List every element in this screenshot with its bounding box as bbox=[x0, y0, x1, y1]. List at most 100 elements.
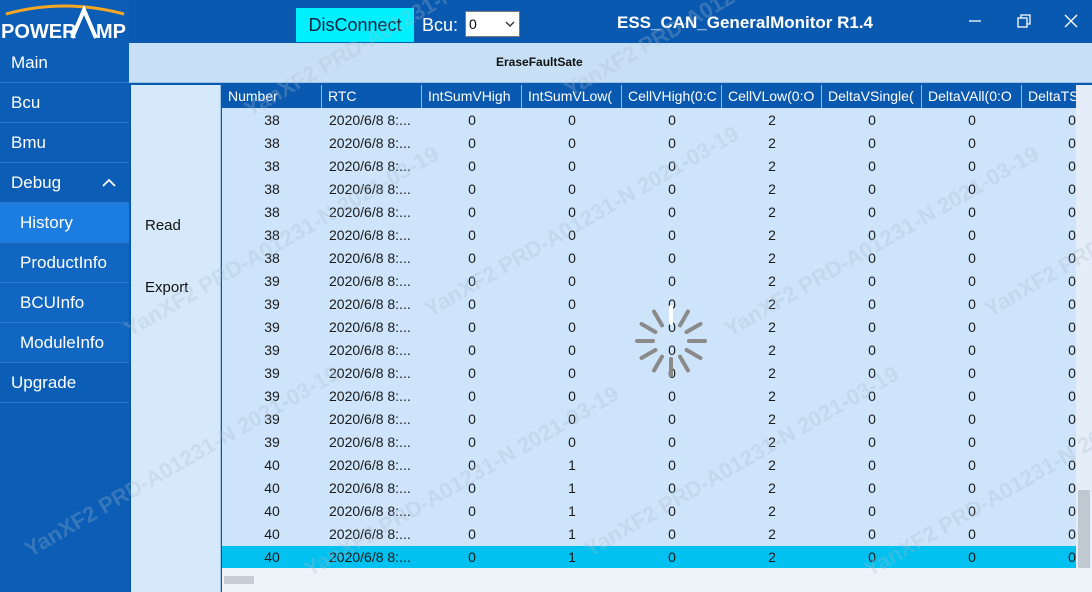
table-cell: 0 bbox=[1068, 319, 1076, 335]
table-cell: 2020/6/8 8:... bbox=[329, 480, 411, 496]
table-cell: 0 bbox=[1068, 135, 1076, 151]
vertical-scrollbar[interactable] bbox=[1076, 85, 1092, 568]
read-button[interactable]: Read bbox=[145, 217, 181, 234]
table-cell: 0 bbox=[968, 549, 976, 565]
table-cell: 0 bbox=[868, 549, 876, 565]
column-header[interactable]: DeltaVAll(0:O bbox=[922, 85, 1022, 108]
table-cell: 2 bbox=[768, 480, 776, 496]
scrollbar-thumb[interactable] bbox=[1078, 490, 1090, 568]
table-cell: 0 bbox=[1068, 388, 1076, 404]
table-cell: 0 bbox=[668, 158, 676, 174]
table-cell: 0 bbox=[968, 342, 976, 358]
table-cell: 2 bbox=[768, 388, 776, 404]
bcu-select[interactable]: 0 bbox=[465, 11, 520, 37]
table-cell: 0 bbox=[968, 503, 976, 519]
table-cell: 38 bbox=[264, 250, 280, 266]
scrollbar-thumb[interactable] bbox=[224, 576, 254, 584]
table-cell: 39 bbox=[264, 342, 280, 358]
table-cell: 2 bbox=[768, 227, 776, 243]
table-cell: 0 bbox=[1068, 181, 1076, 197]
table-cell: 0 bbox=[868, 342, 876, 358]
table-row[interactable]: 40 2020/6/8 8:... 0 1 0 2 0 0 0 bbox=[222, 523, 1076, 546]
table-cell: 1 bbox=[568, 457, 576, 473]
close-icon[interactable] bbox=[1062, 12, 1080, 30]
table-cell: 0 bbox=[1068, 526, 1076, 542]
table-row[interactable]: 38 2020/6/8 8:... 0 0 0 2 0 0 0 bbox=[222, 247, 1076, 270]
table-cell: 0 bbox=[868, 411, 876, 427]
table-cell: 0 bbox=[968, 411, 976, 427]
table-row[interactable]: 40 2020/6/8 8:... 0 1 0 2 0 0 0 bbox=[222, 454, 1076, 477]
export-button[interactable]: Export bbox=[145, 279, 188, 296]
sidebar-item-moduleinfo[interactable]: ModuleInfo bbox=[0, 323, 129, 363]
sidebar-item-bcuinfo[interactable]: BCUInfo bbox=[0, 283, 129, 323]
horizontal-scrollbar[interactable] bbox=[222, 568, 1092, 592]
table-cell: 0 bbox=[568, 158, 576, 174]
table-row[interactable]: 39 2020/6/8 8:... 0 0 0 2 0 0 0 bbox=[222, 270, 1076, 293]
table-cell: 0 bbox=[1068, 227, 1076, 243]
table-row[interactable]: 40 2020/6/8 8:... 0 1 0 2 0 0 0 bbox=[222, 477, 1076, 500]
column-header[interactable]: CellVHigh(0:C bbox=[622, 85, 722, 108]
table-cell: 0 bbox=[568, 250, 576, 266]
table-row[interactable]: 38 2020/6/8 8:... 0 0 0 2 0 0 0 bbox=[222, 155, 1076, 178]
table-cell: 1 bbox=[568, 503, 576, 519]
table-row[interactable]: 39 2020/6/8 8:... 0 0 0 2 0 0 0 bbox=[222, 385, 1076, 408]
sidebar-item-upgrade[interactable]: Upgrade bbox=[0, 363, 129, 403]
column-header[interactable]: Number bbox=[222, 85, 322, 108]
table-row[interactable]: 38 2020/6/8 8:... 0 0 0 2 0 0 0 bbox=[222, 201, 1076, 224]
table-cell: 39 bbox=[264, 365, 280, 381]
bcu-select-value: 0 bbox=[469, 16, 477, 32]
table-row[interactable]: 40 2020/6/8 8:... 0 1 0 2 0 0 0 bbox=[222, 546, 1076, 568]
table-cell: 0 bbox=[1068, 365, 1076, 381]
table-cell: 38 bbox=[264, 204, 280, 220]
sidebar-item-label: ProductInfo bbox=[20, 253, 107, 272]
svg-text:POWER: POWER bbox=[1, 21, 77, 43]
table-cell: 2 bbox=[768, 365, 776, 381]
table-cell: 0 bbox=[468, 181, 476, 197]
table-row[interactable]: 38 2020/6/8 8:... 0 0 0 2 0 0 0 bbox=[222, 178, 1076, 201]
table-cell: 1 bbox=[568, 526, 576, 542]
table-cell: 38 bbox=[264, 158, 280, 174]
table-row[interactable]: 40 2020/6/8 8:... 0 1 0 2 0 0 0 bbox=[222, 500, 1076, 523]
table-cell: 0 bbox=[468, 227, 476, 243]
column-header[interactable]: CellVLow(0:O bbox=[722, 85, 822, 108]
table-row[interactable]: 38 2020/6/8 8:... 0 0 0 2 0 0 0 bbox=[222, 109, 1076, 132]
column-header[interactable]: IntSumVLow( bbox=[522, 85, 622, 108]
table-cell: 0 bbox=[868, 319, 876, 335]
table-cell: 0 bbox=[1068, 158, 1076, 174]
table-row[interactable]: 38 2020/6/8 8:... 0 0 0 2 0 0 0 bbox=[222, 132, 1076, 155]
table-cell: 0 bbox=[468, 250, 476, 266]
sidebar-item-productinfo[interactable]: ProductInfo bbox=[0, 243, 129, 283]
sidebar-item-bcu[interactable]: Bcu bbox=[0, 83, 129, 123]
table-cell: 0 bbox=[968, 250, 976, 266]
spinner-tick bbox=[678, 309, 690, 328]
table-cell: 0 bbox=[668, 503, 676, 519]
table-cell: 0 bbox=[868, 158, 876, 174]
sidebar-item-debug[interactable]: Debug bbox=[0, 163, 129, 203]
table-cell: 0 bbox=[968, 227, 976, 243]
sidebar-item-bmu[interactable]: Bmu bbox=[0, 123, 129, 163]
table-row[interactable]: 39 2020/6/8 8:... 0 0 0 2 0 0 0 bbox=[222, 408, 1076, 431]
table-row[interactable]: 39 2020/6/8 8:... 0 0 0 2 0 0 0 bbox=[222, 431, 1076, 454]
table-cell: 2 bbox=[768, 411, 776, 427]
restore-icon[interactable] bbox=[1015, 12, 1033, 30]
column-header[interactable]: RTC bbox=[322, 85, 422, 108]
table-row[interactable]: 38 2020/6/8 8:... 0 0 0 2 0 0 0 bbox=[222, 224, 1076, 247]
toolbar: EraseFaultSate bbox=[129, 43, 1092, 83]
table-cell: 0 bbox=[968, 204, 976, 220]
table-cell: 38 bbox=[264, 112, 280, 128]
table-cell: 0 bbox=[1068, 273, 1076, 289]
column-header[interactable]: DeltaTS bbox=[1022, 85, 1076, 108]
table-cell: 40 bbox=[264, 526, 280, 542]
sidebar-item-history[interactable]: History bbox=[0, 203, 129, 243]
spinner-tick bbox=[652, 354, 664, 373]
disconnect-button[interactable]: DisConnect bbox=[296, 8, 414, 42]
minimize-icon[interactable] bbox=[966, 12, 984, 30]
table-cell: 0 bbox=[568, 227, 576, 243]
table-cell: 0 bbox=[568, 342, 576, 358]
column-header[interactable]: DeltaVSingle( bbox=[822, 85, 922, 108]
table-cell: 2020/6/8 8:... bbox=[329, 388, 411, 404]
erase-fault-state-button[interactable]: EraseFaultSate bbox=[496, 55, 583, 69]
sidebar-item-main[interactable]: Main bbox=[0, 43, 129, 83]
column-header[interactable]: IntSumVHigh bbox=[422, 85, 522, 108]
table-cell: 2020/6/8 8:... bbox=[329, 135, 411, 151]
